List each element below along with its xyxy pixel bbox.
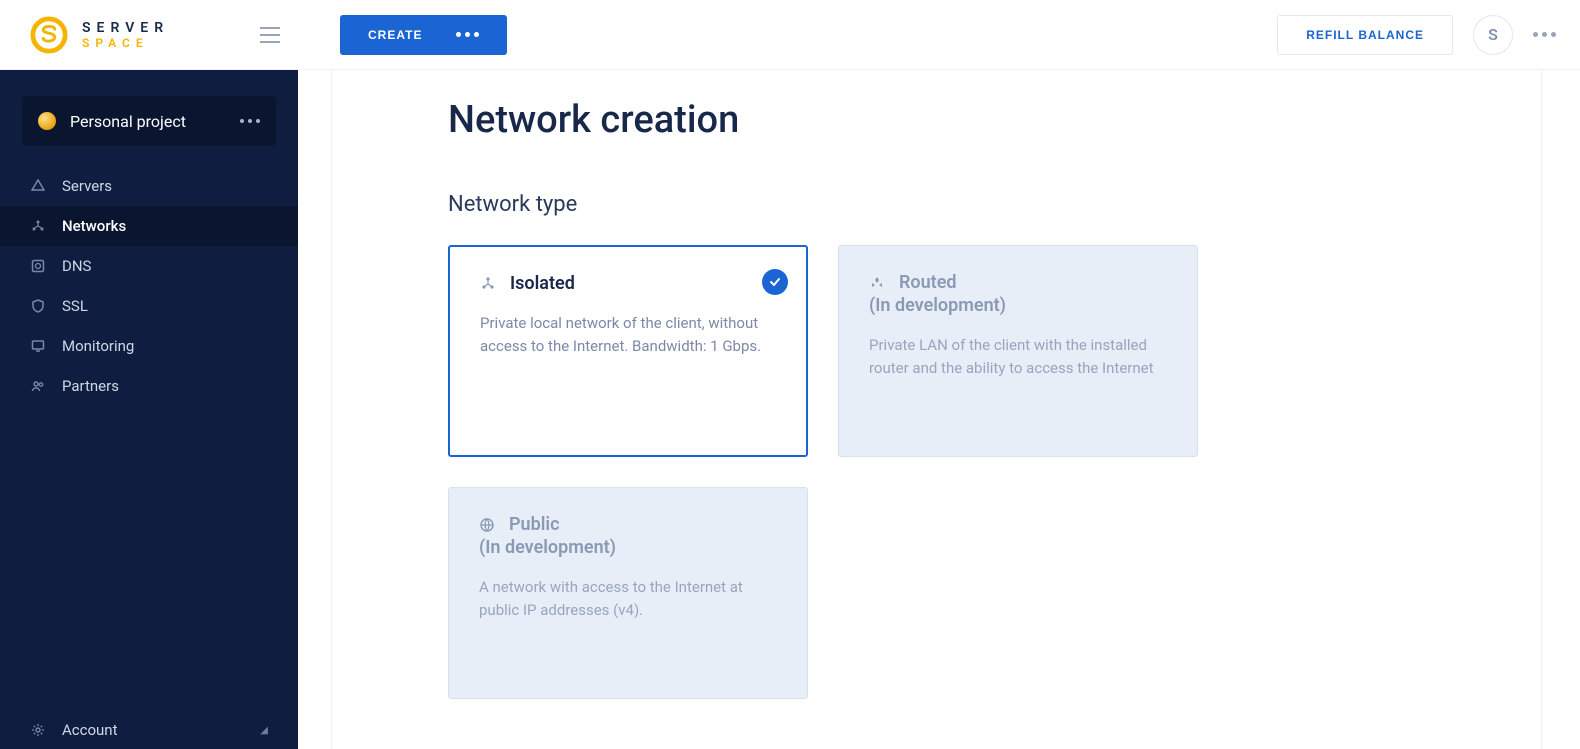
more-icon [456,32,479,37]
sidebar-item-label: Monitoring [62,337,134,355]
shield-icon [30,298,46,314]
sidebar-item-label: SSL [62,297,88,315]
globe-icon [479,517,495,533]
sidebar-item-monitoring[interactable]: Monitoring [0,326,298,366]
routed-icon [869,275,885,291]
sidebar-item-label: DNS [62,257,91,275]
card-description: Private local network of the client, wit… [480,312,776,357]
monitor-icon [30,338,46,354]
logo-icon [30,16,68,54]
project-dot-icon [38,112,56,130]
sidebar-item-label: Servers [62,177,112,195]
gear-icon [30,722,46,738]
server-icon [30,178,46,194]
card-title: Routed [899,272,957,293]
menu-toggle-icon[interactable] [260,27,280,43]
refill-balance-button[interactable]: REFILL BALANCE [1277,15,1453,55]
account-label: Account [62,721,118,739]
card-description: Private LAN of the client with the insta… [869,334,1167,379]
sidebar-item-account[interactable]: Account ◢ [0,707,298,749]
header-more-icon[interactable] [1533,32,1556,37]
project-selector[interactable]: Personal project [22,96,276,146]
card-dev-label: (In development) [479,537,777,558]
sidebar-item-label: Networks [62,217,126,235]
avatar[interactable]: S [1473,15,1513,55]
card-title: Public [509,514,559,535]
section-title: Network type [448,192,1428,217]
check-icon [762,269,788,295]
chevron-up-icon: ◢ [260,725,268,736]
network-type-card-isolated[interactable]: Isolated Private local network of the cl… [448,245,808,457]
dns-icon [30,258,46,274]
page-title: Network creation [448,98,1428,142]
sidebar-item-dns[interactable]: DNS [0,246,298,286]
card-description: A network with access to the Internet at… [479,576,777,621]
logo-text-top: SERVER [82,21,169,35]
network-type-card-public: Public (In development) A network with a… [448,487,808,699]
network-icon [30,218,46,234]
logo-text-bottom: SPACE [82,37,169,49]
sidebar-item-label: Partners [62,377,119,395]
project-label: Personal project [70,112,186,131]
sidebar-item-partners[interactable]: Partners [0,366,298,406]
card-title: Isolated [510,273,575,294]
card-dev-label: (In development) [869,295,1167,316]
create-button[interactable]: CREATE [340,15,507,55]
sidebar-item-networks[interactable]: Networks [0,206,298,246]
users-icon [30,378,46,394]
network-type-card-routed: Routed (In development) Private LAN of t… [838,245,1198,457]
isolated-icon [480,276,496,292]
sidebar-item-ssl[interactable]: SSL [0,286,298,326]
sidebar-item-servers[interactable]: Servers [0,166,298,206]
create-button-label: CREATE [368,28,422,42]
project-more-icon [240,119,260,123]
